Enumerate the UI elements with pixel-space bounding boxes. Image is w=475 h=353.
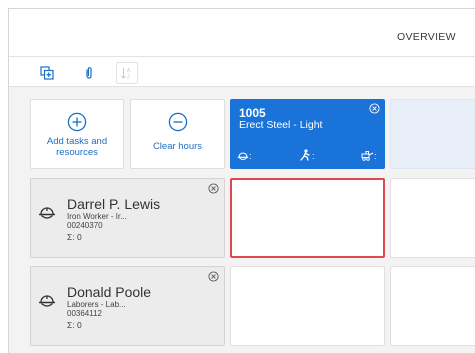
clear-hours-label: Clear hours <box>152 141 203 152</box>
resource-code: 00240370 <box>67 221 103 230</box>
app-frame: OVERVIEW A Z Add tasks and resources Cle… <box>8 8 475 353</box>
resource-card[interactable]: Darrel P. Lewis Iron Worker - Ir... 0024… <box>30 178 225 258</box>
resource-card[interactable]: Donald Poole Laborers - Lab... 00364112 … <box>30 266 225 346</box>
close-circle-icon[interactable] <box>369 103 380 114</box>
stat-hardhat: : <box>237 150 252 161</box>
plus-circle-icon <box>67 112 87 132</box>
hours-cell[interactable] <box>390 178 475 258</box>
svg-text:Z: Z <box>127 75 130 81</box>
resource-role: Laborers - Lab... <box>67 300 126 309</box>
clear-hours-button[interactable]: Clear hours <box>130 99 225 169</box>
hours-cell[interactable] <box>390 266 475 346</box>
header-bar: OVERVIEW <box>9 9 475 57</box>
resource-name: Darrel P. Lewis <box>67 196 161 212</box>
hours-cell-selected[interactable] <box>230 178 385 258</box>
hours-cell[interactable] <box>230 266 385 346</box>
resource-role: Iron Worker - Ir... <box>67 212 127 221</box>
stat-worker: : <box>299 149 315 161</box>
task-stats: : : : <box>237 147 378 161</box>
task-card[interactable]: 1005 Erect Steel - Light ::: <box>230 99 385 169</box>
tab-overview[interactable]: OVERVIEW <box>397 31 456 43</box>
toolbar: A Z <box>9 57 475 87</box>
hardhat-icon <box>39 295 55 307</box>
resource-name: Donald Poole <box>67 284 152 300</box>
sort-az-icon: A Z <box>121 68 131 81</box>
add-tasks-label: Add tasks and resources <box>46 136 108 158</box>
close-circle-icon[interactable] <box>208 183 219 194</box>
resource-sum: Σ: 0 <box>67 320 82 330</box>
sort-button[interactable]: A Z <box>116 62 138 84</box>
resource-sum: Σ: 0 <box>67 232 82 242</box>
task-column-empty <box>390 99 475 169</box>
task-id: 1005 <box>239 106 266 120</box>
resource-code: 00364112 <box>67 309 102 318</box>
schedule-grid: Add tasks and resources Clear hours 1005… <box>9 87 475 353</box>
equipment-icon <box>361 151 374 161</box>
stat-equipment: : <box>361 150 377 161</box>
task-name: Erect Steel - Light <box>239 119 323 131</box>
close-circle-icon[interactable] <box>208 271 219 282</box>
add-layers-button[interactable] <box>36 62 58 84</box>
minus-circle-icon <box>168 112 187 132</box>
hardhat-icon <box>39 207 55 219</box>
paperclip-icon <box>86 67 92 79</box>
worker-icon <box>300 149 310 161</box>
add-layers-icon <box>40 66 54 80</box>
svg-text:A: A <box>127 68 131 74</box>
hardhat-icon <box>237 152 249 160</box>
add-tasks-button[interactable]: Add tasks and resources <box>30 99 124 169</box>
attach-button[interactable] <box>78 62 100 84</box>
